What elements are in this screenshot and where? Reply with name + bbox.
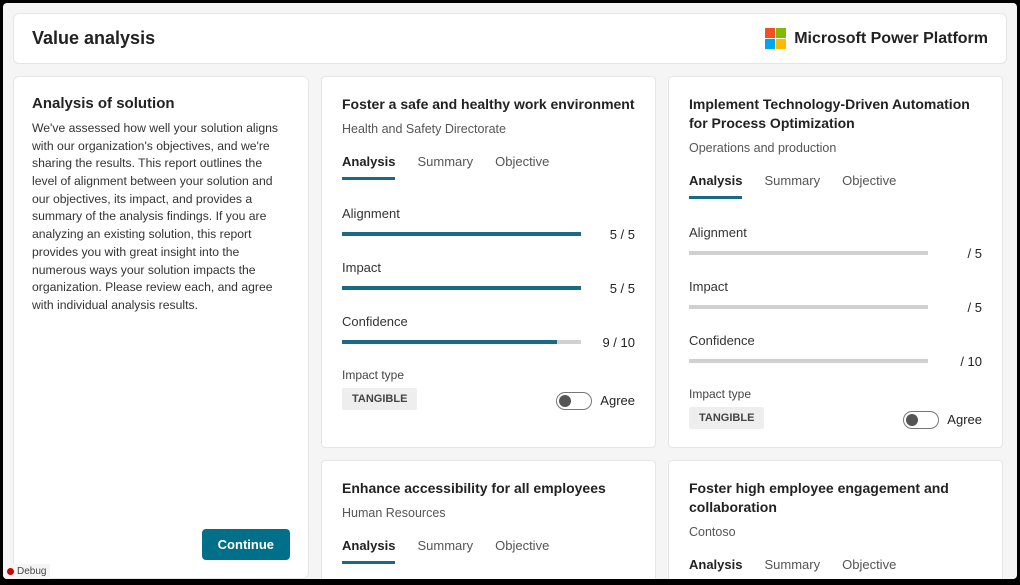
left-panel: Analysis of solution We've assessed how … xyxy=(13,76,309,579)
agree-toggle[interactable] xyxy=(903,411,939,429)
left-panel-body: We've assessed how well your solution al… xyxy=(32,120,290,315)
top-header: Value analysis Microsoft Power Platform xyxy=(13,13,1007,64)
impact-label: Impact xyxy=(342,260,635,275)
brand-text: Microsoft Power Platform xyxy=(794,30,988,48)
agree-label: Agree xyxy=(947,412,982,427)
tab-analysis[interactable]: Analysis xyxy=(689,557,742,579)
card-title: Enhance accessibility for all employees xyxy=(342,479,635,498)
card-subtitle: Contoso xyxy=(689,525,982,539)
tab-objective[interactable]: Objective xyxy=(495,538,549,564)
cards-scroll-area[interactable]: Foster a safe and healthy work environme… xyxy=(321,76,1007,579)
debug-indicator[interactable]: Debug xyxy=(3,564,50,579)
confidence-bar xyxy=(342,340,581,344)
card-subtitle: Operations and production xyxy=(689,141,982,155)
agree-toggle[interactable] xyxy=(556,392,592,410)
card-tabs: Analysis Summary Objective xyxy=(689,173,982,199)
impact-bar xyxy=(342,286,581,290)
tab-summary[interactable]: Summary xyxy=(764,173,820,199)
card-tabs: Analysis Summary Objective xyxy=(689,557,982,579)
tab-summary[interactable]: Summary xyxy=(417,538,473,564)
agree-label: Agree xyxy=(600,393,635,408)
impact-bar xyxy=(689,305,928,309)
card-title: Foster high employee engagement and coll… xyxy=(689,479,982,517)
analysis-card: Implement Technology-Driven Automation f… xyxy=(668,76,1003,448)
confidence-label: Confidence xyxy=(342,314,635,329)
alignment-value: / 5 xyxy=(940,246,982,261)
impact-type-badge: TANGIBLE xyxy=(689,407,764,429)
analysis-card: Enhance accessibility for all employees … xyxy=(321,460,656,579)
card-subtitle: Human Resources xyxy=(342,506,635,520)
impact-value: 5 / 5 xyxy=(593,281,635,296)
confidence-bar xyxy=(689,359,928,363)
tab-summary[interactable]: Summary xyxy=(417,154,473,180)
tab-objective[interactable]: Objective xyxy=(842,557,896,579)
analysis-card: Foster a safe and healthy work environme… xyxy=(321,76,656,448)
continue-button[interactable]: Continue xyxy=(202,529,290,560)
tab-analysis[interactable]: Analysis xyxy=(689,173,742,199)
alignment-bar xyxy=(689,251,928,255)
impact-type-label: Impact type xyxy=(342,368,417,382)
microsoft-logo-icon xyxy=(765,28,786,49)
analysis-card: Foster high employee engagement and coll… xyxy=(668,460,1003,579)
confidence-value: 9 / 10 xyxy=(593,335,635,350)
card-tabs: Analysis Summary Objective xyxy=(342,538,635,564)
alignment-label: Alignment xyxy=(689,225,982,240)
card-subtitle: Health and Safety Directorate xyxy=(342,122,635,136)
card-title: Implement Technology-Driven Automation f… xyxy=(689,95,982,133)
impact-type-label: Impact type xyxy=(689,387,764,401)
tab-analysis[interactable]: Analysis xyxy=(342,538,395,564)
card-tabs: Analysis Summary Objective xyxy=(342,154,635,180)
impact-label: Impact xyxy=(689,279,982,294)
tab-summary[interactable]: Summary xyxy=(764,557,820,579)
tab-objective[interactable]: Objective xyxy=(842,173,896,199)
impact-type-badge: TANGIBLE xyxy=(342,388,417,410)
card-title: Foster a safe and healthy work environme… xyxy=(342,95,635,114)
tab-objective[interactable]: Objective xyxy=(495,154,549,180)
brand-block: Microsoft Power Platform xyxy=(765,28,988,49)
confidence-value: / 10 xyxy=(940,354,982,369)
impact-value: / 5 xyxy=(940,300,982,315)
alignment-bar xyxy=(342,232,581,236)
debug-label: Debug xyxy=(17,566,46,577)
page-title: Value analysis xyxy=(32,28,155,49)
alignment-value: 5 / 5 xyxy=(593,227,635,242)
tab-analysis[interactable]: Analysis xyxy=(342,154,395,180)
left-panel-heading: Analysis of solution xyxy=(32,95,290,112)
alignment-label: Alignment xyxy=(342,206,635,221)
debug-dot-icon xyxy=(7,568,14,575)
confidence-label: Confidence xyxy=(689,333,982,348)
